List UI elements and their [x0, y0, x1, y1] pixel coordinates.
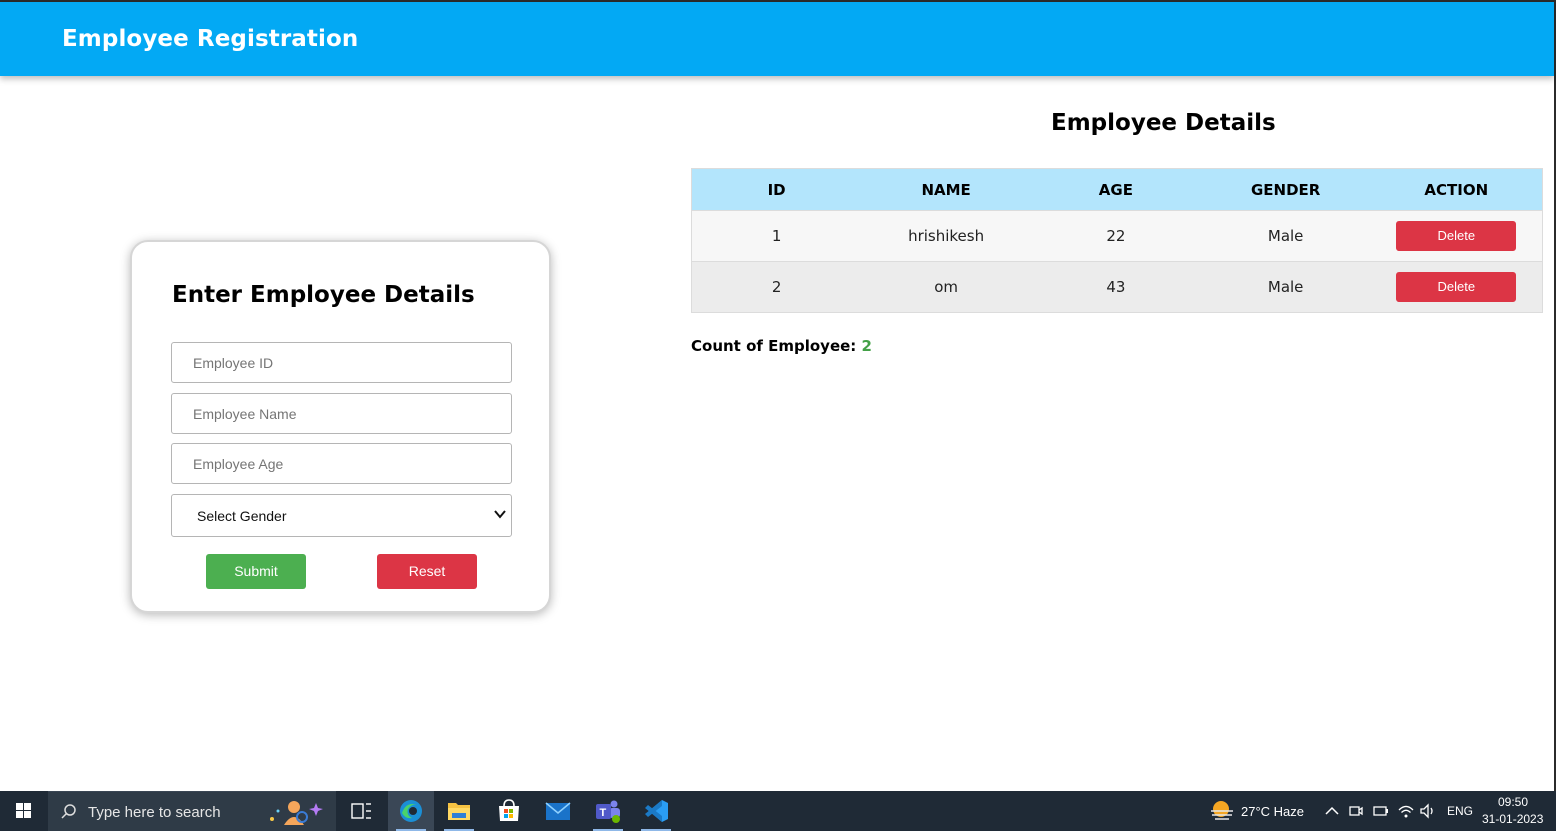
cell-gender: Male [1200, 261, 1371, 313]
taskbar-app-edge[interactable] [388, 791, 434, 831]
clock-date[interactable]: 31-01-2023 [1482, 812, 1543, 826]
vscode-icon [645, 800, 668, 822]
reset-button[interactable]: Reset [377, 554, 477, 589]
details-title: Employee Details [1051, 110, 1276, 136]
column-header-gender: GENDER [1200, 168, 1371, 211]
taskbar-app-file-explorer[interactable] [436, 791, 482, 831]
column-header-age: AGE [1031, 168, 1201, 211]
submit-button[interactable]: Submit [206, 554, 306, 589]
employee-form-card: Enter Employee Details Select Gender Sub… [130, 240, 551, 613]
table-row: 1 hrishikesh 22 Male Delete [691, 210, 1543, 262]
column-header-action: ACTION [1370, 168, 1543, 211]
cell-age: 22 [1031, 210, 1201, 262]
wifi-icon[interactable] [1397, 802, 1415, 820]
battery-icon[interactable] [1372, 803, 1390, 819]
task-view-icon [351, 803, 371, 819]
start-button[interactable] [0, 791, 48, 831]
taskbar-app-mail[interactable] [535, 791, 581, 831]
count-label: Count of Employee: [691, 337, 857, 355]
cell-gender: Male [1200, 210, 1371, 262]
cell-id: 2 [691, 261, 862, 313]
windows-logo-icon [16, 803, 31, 818]
edge-icon [400, 800, 422, 822]
cell-name: hrishikesh [861, 210, 1032, 262]
cell-id: 1 [691, 210, 862, 262]
cell-action: Delete [1370, 261, 1543, 313]
meet-now-icon[interactable] [1348, 803, 1364, 819]
svg-text:T: T [600, 807, 607, 819]
cell-action: Delete [1370, 210, 1543, 262]
column-header-id: ID [691, 168, 862, 211]
search-highlight-icon [270, 801, 323, 825]
search-icon [61, 804, 76, 819]
employee-table: ID NAME AGE GENDER ACTION 1 hrishikesh 2… [691, 168, 1543, 313]
store-icon [499, 799, 519, 821]
taskbar-app-vscode[interactable] [633, 791, 679, 831]
taskbar-search-box[interactable]: Type here to search [48, 791, 336, 831]
gender-select[interactable]: Select Gender [171, 494, 512, 537]
table-header-row: ID NAME AGE GENDER ACTION [691, 168, 1543, 211]
cell-name: om [861, 261, 1032, 313]
cell-age: 43 [1031, 261, 1201, 313]
task-view-button[interactable] [338, 791, 384, 831]
taskbar-app-store[interactable] [486, 791, 532, 831]
weather-haze-icon [1211, 801, 1233, 820]
clock-time[interactable]: 09:50 [1498, 795, 1528, 809]
search-placeholder: Type here to search [88, 804, 221, 821]
column-header-name: NAME [861, 168, 1032, 211]
app-header: Employee Registration [0, 2, 1554, 76]
weather-text[interactable]: 27°C Haze [1241, 804, 1304, 819]
employee-count: Count of Employee: 2 [691, 337, 872, 355]
taskbar: Type here to search T 27°C Haze ENG 09:5… [0, 791, 1556, 831]
file-explorer-icon [448, 803, 470, 820]
employee-name-input[interactable] [171, 393, 512, 434]
employee-id-input[interactable] [171, 342, 512, 383]
language-indicator[interactable]: ENG [1447, 804, 1473, 818]
app-title: Employee Registration [62, 26, 359, 52]
table-row: 2 om 43 Male Delete [691, 261, 1543, 313]
delete-button[interactable]: Delete [1396, 221, 1517, 251]
gender-select-value: Select Gender [197, 508, 287, 524]
mail-icon [545, 802, 571, 820]
count-value: 2 [861, 337, 872, 355]
chevron-down-icon [494, 510, 506, 519]
teams-icon: T [596, 800, 620, 823]
volume-icon[interactable] [1419, 802, 1437, 820]
employee-age-input[interactable] [171, 443, 512, 484]
delete-button[interactable]: Delete [1396, 272, 1517, 302]
chevron-up-icon[interactable] [1324, 804, 1340, 818]
taskbar-app-teams[interactable]: T [585, 791, 631, 831]
screen: Employee Registration Enter Employee Det… [0, 0, 1556, 831]
form-title: Enter Employee Details [172, 282, 475, 308]
